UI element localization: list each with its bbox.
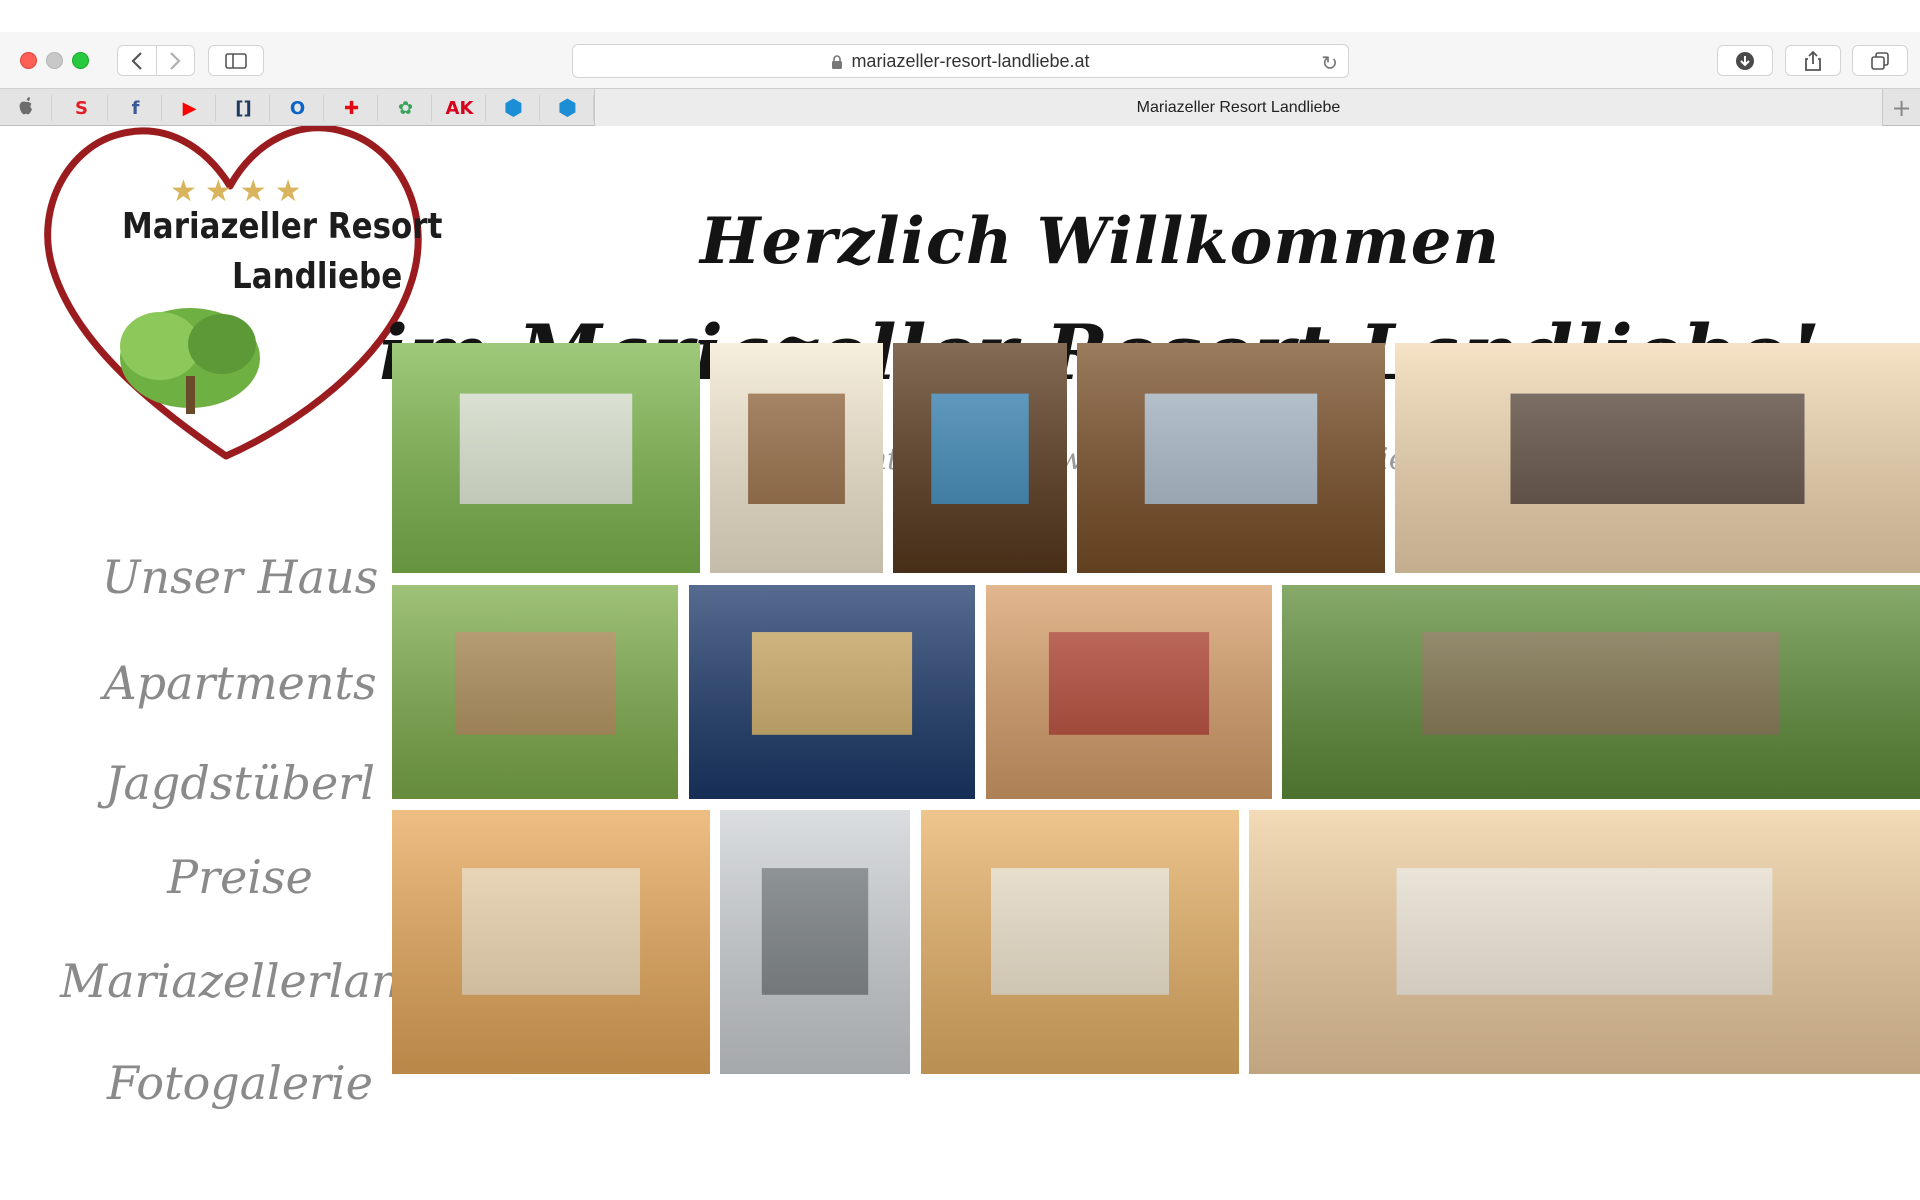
youtube-icon: ▶ [182, 97, 197, 119]
gallery-bedroom-photo [921, 810, 1239, 1074]
favorite-youtube-icon[interactable]: ▶ [164, 95, 216, 121]
chevron-left-icon [131, 51, 142, 70]
photo-shade-overlay [986, 585, 1272, 799]
gallery-living-room-photo [1395, 343, 1920, 573]
photo-shade-overlay [392, 810, 710, 1074]
facebook-icon: f [131, 97, 140, 119]
favorite-ak-icon[interactable]: AK [434, 95, 486, 121]
photo-shade-overlay [720, 810, 910, 1074]
photo-shade-overlay [710, 343, 883, 573]
menu-item-apartments[interactable]: Apartments [60, 656, 420, 710]
website-page: ★★★★ Mariazeller Resort Landliebe Herzli… [0, 126, 1920, 1200]
resort-logo[interactable]: ★★★★ Mariazeller Resort Landliebe [40, 126, 442, 476]
red-cross-icon: ✚ [343, 97, 360, 119]
hexagon-icon: ⬢ [557, 95, 578, 121]
ak-icon: AK [445, 97, 474, 119]
photo-shade-overlay [392, 343, 700, 573]
favorites-and-tab-bar: Sf ▶ [] O ✚ ✿ AK ⬢ ⬢ Mariazeller Resort Landlieb… [0, 88, 1920, 126]
address-bar[interactable]: mariazeller-resort-landliebe.at ↻ [572, 44, 1349, 78]
photo-shade-overlay [921, 810, 1239, 1074]
gallery-sofa-lounge-photo [986, 585, 1272, 799]
bracket-icon: [] [235, 97, 252, 119]
favorite-apple-icon[interactable] [0, 95, 52, 121]
share-icon [1805, 50, 1821, 71]
gallery-wooden-shed[interactable] [392, 585, 678, 799]
photo-shade-overlay [392, 585, 678, 799]
new-tab-button[interactable]: + [1882, 89, 1920, 126]
downloads-button[interactable] [1717, 45, 1773, 76]
gallery-sofa-lounge[interactable] [986, 585, 1272, 799]
photo-shade-overlay [893, 343, 1067, 573]
forward-button[interactable] [155, 46, 195, 75]
menu-item-preise[interactable]: Preise [60, 850, 420, 904]
gallery-room-wood[interactable] [392, 810, 710, 1074]
download-icon [1736, 51, 1754, 70]
photo-shade-overlay [1395, 343, 1920, 573]
apple-icon [18, 96, 34, 120]
favorite-red-cross-icon[interactable]: ✚ [326, 95, 378, 121]
sidebar-toggle-button[interactable] [208, 45, 264, 76]
menu-item-jagdstueberl[interactable]: Jagdstüberl [60, 756, 420, 810]
gallery-house-winter-photo [689, 585, 975, 799]
gallery-house-winter[interactable] [689, 585, 975, 799]
clover-icon: ✿ [397, 97, 414, 119]
favorite-s-icon[interactable]: S [56, 95, 108, 121]
tab-overview-button[interactable] [1852, 45, 1908, 76]
gallery-bathroom-photo [720, 810, 910, 1074]
gallery-house-summer[interactable] [392, 343, 700, 573]
gallery-house-summer-photo [392, 343, 700, 573]
share-button[interactable] [1785, 45, 1841, 76]
favorite-facebook-icon[interactable]: f [110, 95, 162, 121]
gallery-wine-cooler-photo [1077, 343, 1385, 573]
gallery-bathroom[interactable] [720, 810, 910, 1074]
navigation-buttons [117, 45, 195, 76]
favorite-bracket-icon[interactable]: [] [218, 95, 270, 121]
menu-item-unser-haus[interactable]: Unser Haus [60, 550, 420, 604]
photo-shade-overlay [1282, 585, 1920, 799]
zoom-window-button[interactable] [72, 52, 89, 69]
photo-shade-overlay [1249, 810, 1920, 1074]
tab-title: Mariazeller Resort Landliebe [1136, 98, 1341, 116]
gallery-room-wood-photo [392, 810, 710, 1074]
menu-item-fotogalerie[interactable]: Fotogalerie [60, 1056, 420, 1110]
browser-titlebar: mariazeller-resort-landliebe.at ↻ [0, 0, 1920, 88]
minimize-window-button[interactable] [46, 52, 63, 69]
photo-shade-overlay [689, 585, 975, 799]
back-button[interactable] [118, 46, 156, 75]
gallery-entrance-door-photo [710, 343, 883, 573]
gallery-garden-terrace-photo [1282, 585, 1920, 799]
tab-active[interactable]: Mariazeller Resort Landliebe [594, 89, 1882, 126]
favorite-clover-icon[interactable]: ✿ [380, 95, 432, 121]
menu-item-mariazellerland[interactable]: Mariazellerland [60, 954, 430, 1008]
reload-icon[interactable]: ↻ [1321, 51, 1338, 76]
gallery-kitchen[interactable] [1249, 810, 1920, 1074]
favorite-outlook-icon[interactable]: O [272, 95, 324, 121]
gallery-bedroom[interactable] [921, 810, 1239, 1074]
gallery-wooden-shed-photo [392, 585, 678, 799]
sidebar-icon [225, 52, 247, 69]
favorite-hexagon-icon[interactable]: ⬢ [542, 95, 594, 121]
gallery-garden-terrace[interactable] [1282, 585, 1920, 799]
gallery-wine-cooler[interactable] [1077, 343, 1385, 573]
lock-icon [832, 55, 843, 69]
gallery-kitchen-photo [1249, 810, 1920, 1074]
welcome-heading-line1: Herzlich Willkommen [699, 204, 1501, 279]
hexagon-icon: ⬢ [503, 95, 524, 121]
gallery-library-bar[interactable] [893, 343, 1067, 573]
s-icon: S [75, 97, 88, 119]
chevron-right-icon [170, 51, 181, 70]
tabs-icon [1871, 51, 1889, 70]
gallery-entrance-door[interactable] [710, 343, 883, 573]
favorite-hexagon-icon[interactable]: ⬢ [488, 95, 540, 121]
gallery-living-room[interactable] [1395, 343, 1920, 573]
screen-top-strip [0, 0, 1920, 32]
gallery-library-bar-photo [893, 343, 1067, 573]
url-text: mariazeller-resort-landliebe.at [851, 50, 1090, 71]
photo-shade-overlay [1077, 343, 1385, 573]
close-window-button[interactable] [20, 52, 37, 69]
outlook-icon: O [289, 97, 306, 119]
